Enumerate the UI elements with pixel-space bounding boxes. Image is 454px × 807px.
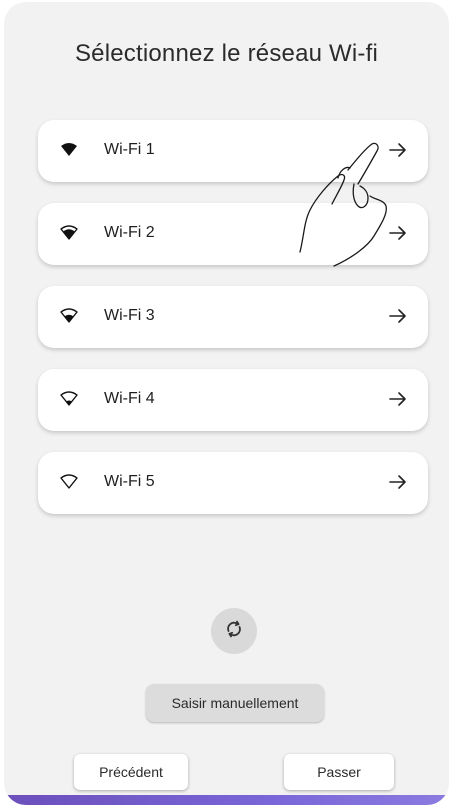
- wifi-signal-icon: [60, 474, 78, 490]
- wifi-signal-icon: [60, 308, 78, 324]
- network-label: Wi-Fi 3: [104, 307, 155, 324]
- previous-button[interactable]: Précédent: [74, 754, 188, 790]
- network-item-wifi-5[interactable]: Wi-Fi 5: [38, 452, 428, 514]
- skip-button[interactable]: Passer: [284, 754, 394, 790]
- wifi-signal-icon: [60, 391, 78, 407]
- network-label: Wi-Fi 1: [104, 141, 155, 158]
- arrow-right-icon: [388, 473, 408, 491]
- network-label: Wi-Fi 4: [104, 390, 155, 407]
- arrow-right-icon: [388, 224, 408, 242]
- network-item-wifi-2[interactable]: Wi-Fi 2: [38, 203, 428, 265]
- bottom-accent-bar: [4, 795, 449, 805]
- network-item-wifi-4[interactable]: Wi-Fi 4: [38, 369, 428, 431]
- network-label: Wi-Fi 5: [104, 473, 155, 490]
- wifi-signal-icon: [60, 225, 78, 241]
- page-title: Sélectionnez le réseau Wi-fi: [74, 40, 379, 67]
- refresh-button[interactable]: [211, 608, 257, 654]
- network-item-wifi-1[interactable]: Wi-Fi 1: [38, 120, 428, 182]
- refresh-icon: [224, 619, 244, 644]
- manual-entry-button[interactable]: Saisir manuellement: [146, 684, 324, 722]
- app-screen: Sélectionnez le réseau Wi-fi Wi-Fi 1 Wi-…: [4, 2, 449, 805]
- arrow-right-icon: [388, 390, 408, 408]
- network-list: Wi-Fi 1 Wi-Fi 2 Wi-Fi 3 Wi-Fi 4 Wi-Fi 5: [38, 120, 428, 535]
- arrow-right-icon: [388, 141, 408, 159]
- network-label: Wi-Fi 2: [104, 224, 155, 241]
- network-item-wifi-3[interactable]: Wi-Fi 3: [38, 286, 428, 348]
- arrow-right-icon: [388, 307, 408, 325]
- wifi-signal-icon: [60, 142, 78, 158]
